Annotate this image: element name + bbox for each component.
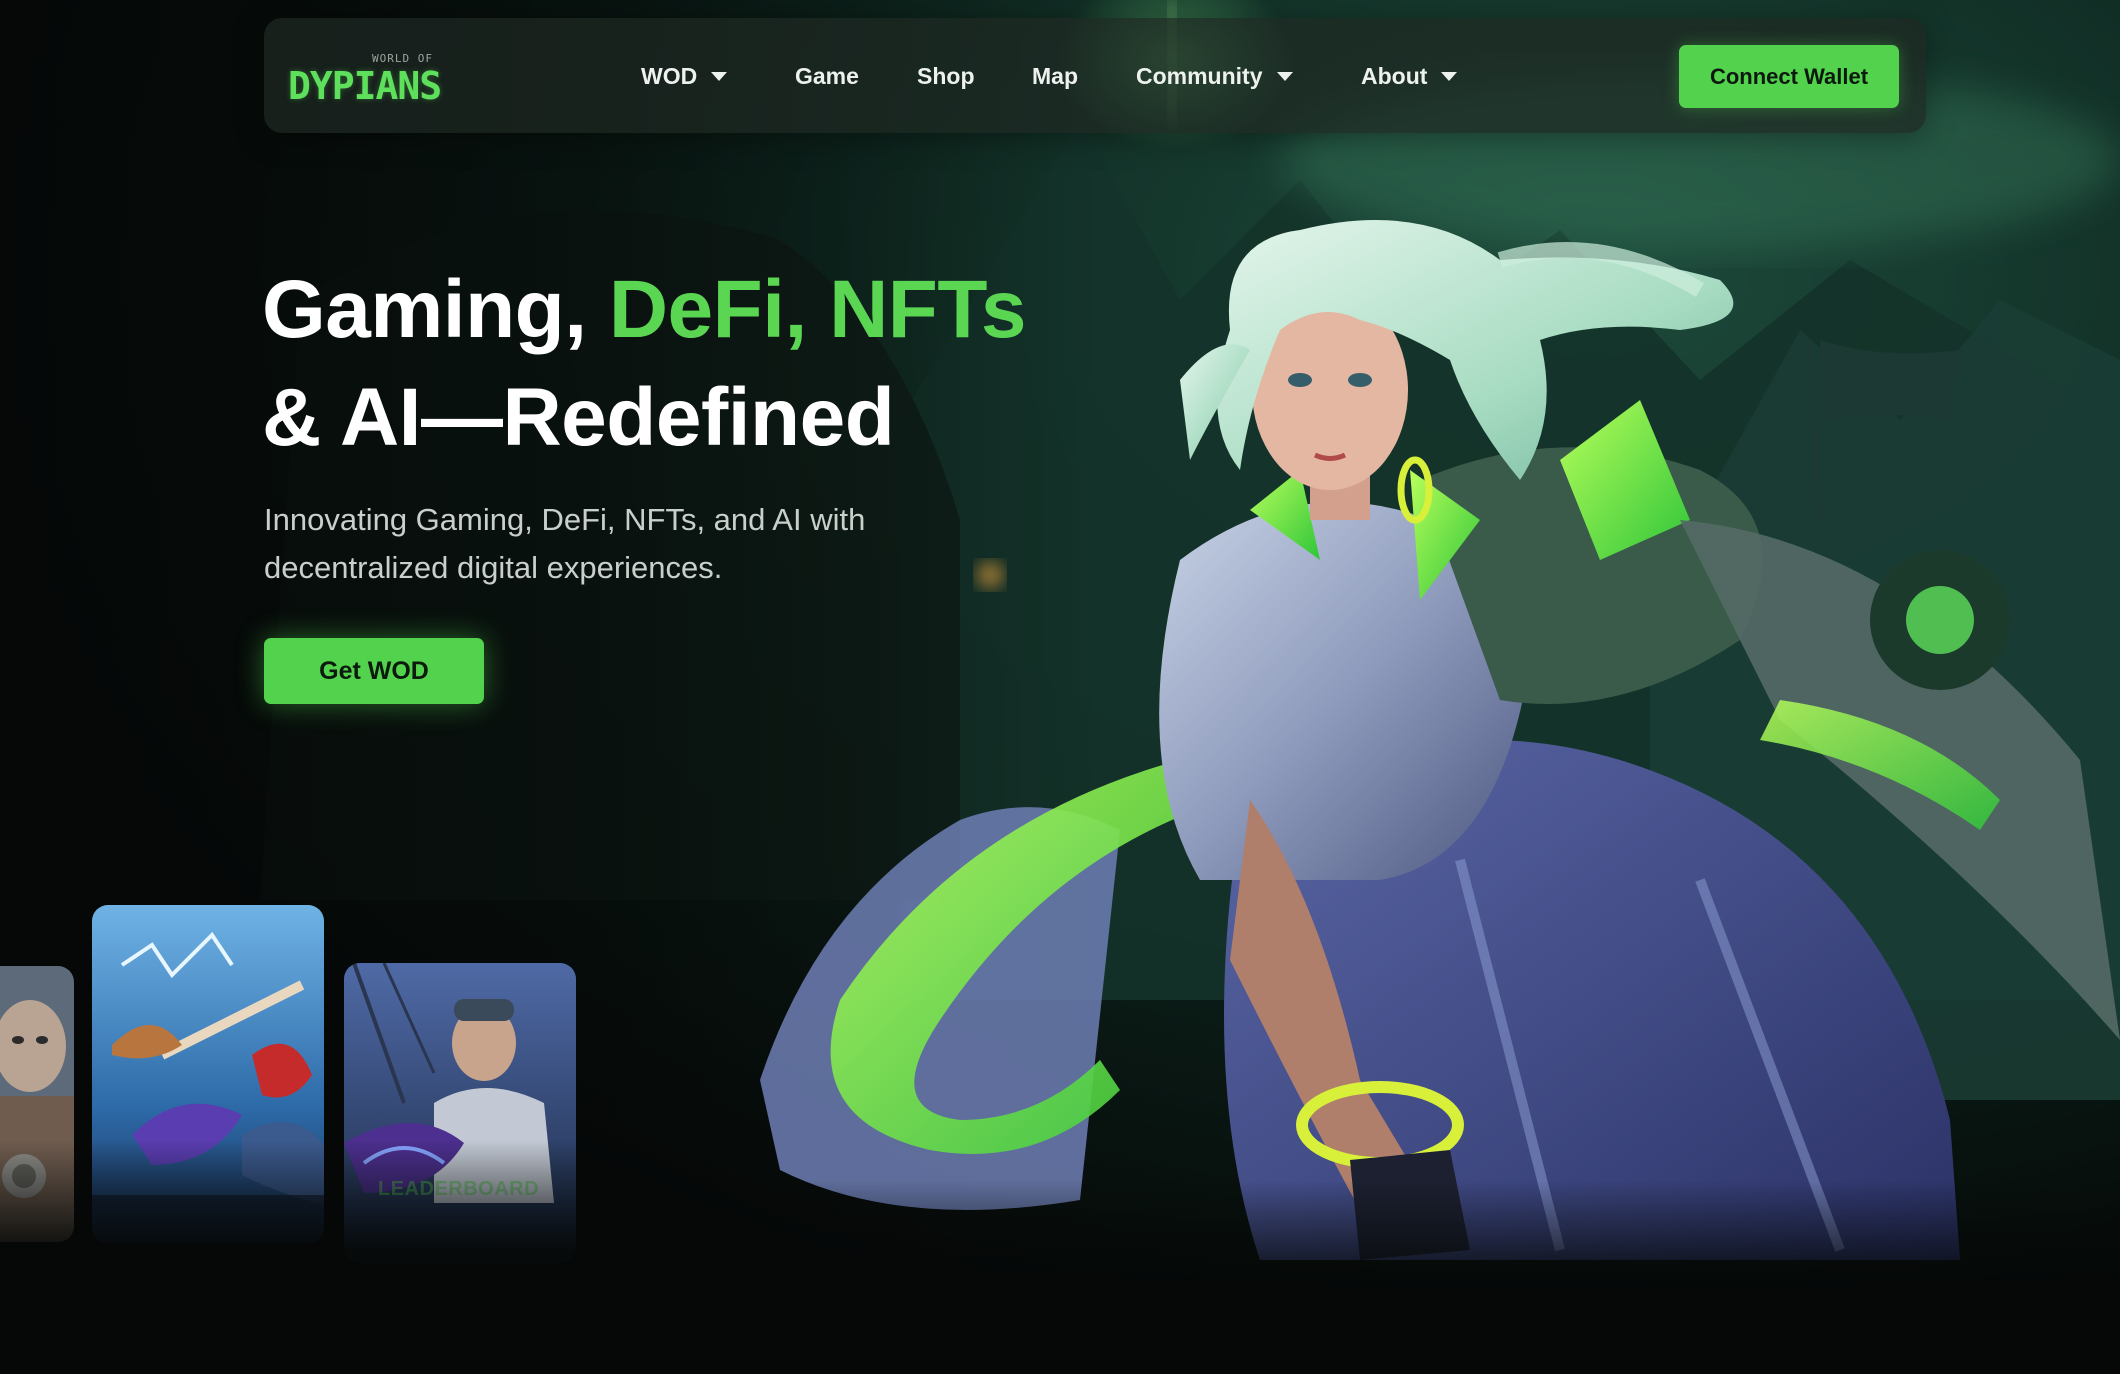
feature-card-leaderboard[interactable]: LEADERBOARD [344, 963, 576, 1263]
leaderboard-label: LEADERBOARD [378, 1178, 540, 1200]
nav-item-label: Shop [917, 62, 975, 89]
top-navbar: WORLD OF DYPIANS WOD Game Shop Map Commu… [264, 18, 1926, 133]
feature-card-middle[interactable] [92, 905, 324, 1243]
hero-title-highlight: DeFi, NFTs [608, 264, 1027, 355]
hero-title-line2: & AI—Redefined [262, 372, 895, 463]
chevron-down-icon [1441, 71, 1458, 81]
nav-item-about[interactable]: About [1361, 58, 1458, 94]
chevron-down-icon [711, 71, 728, 81]
nav-links: WOD Game Shop Map Community About [264, 18, 1926, 133]
chevron-down-icon [1276, 71, 1293, 81]
connect-wallet-button[interactable]: Connect Wallet [1679, 45, 1899, 108]
get-wod-button[interactable]: Get WOD [264, 638, 484, 704]
nav-item-label: Game [795, 62, 859, 89]
card-art-dragon-battle [92, 905, 324, 1243]
nav-item-wod[interactable]: WOD [641, 58, 728, 94]
nav-item-label: About [1361, 62, 1428, 89]
hero-title: Gaming, DeFi, NFTs & AI—Redefined [262, 256, 1162, 472]
nav-item-label: Community [1136, 62, 1263, 89]
card-art-pilot [344, 963, 576, 1263]
feature-card-left[interactable] [0, 966, 74, 1242]
nav-item-label: Map [1032, 62, 1078, 89]
card-art-warrior [0, 966, 74, 1242]
nav-item-game[interactable]: Game [795, 58, 859, 94]
nav-item-label: WOD [641, 62, 698, 89]
nav-item-map[interactable]: Map [1032, 58, 1078, 94]
nav-item-community[interactable]: Community [1136, 58, 1293, 94]
nav-item-shop[interactable]: Shop [917, 58, 975, 94]
hero-subtitle: Innovating Gaming, DeFi, NFTs, and AI wi… [264, 502, 866, 585]
hero-title-part1: Gaming, [262, 264, 609, 355]
